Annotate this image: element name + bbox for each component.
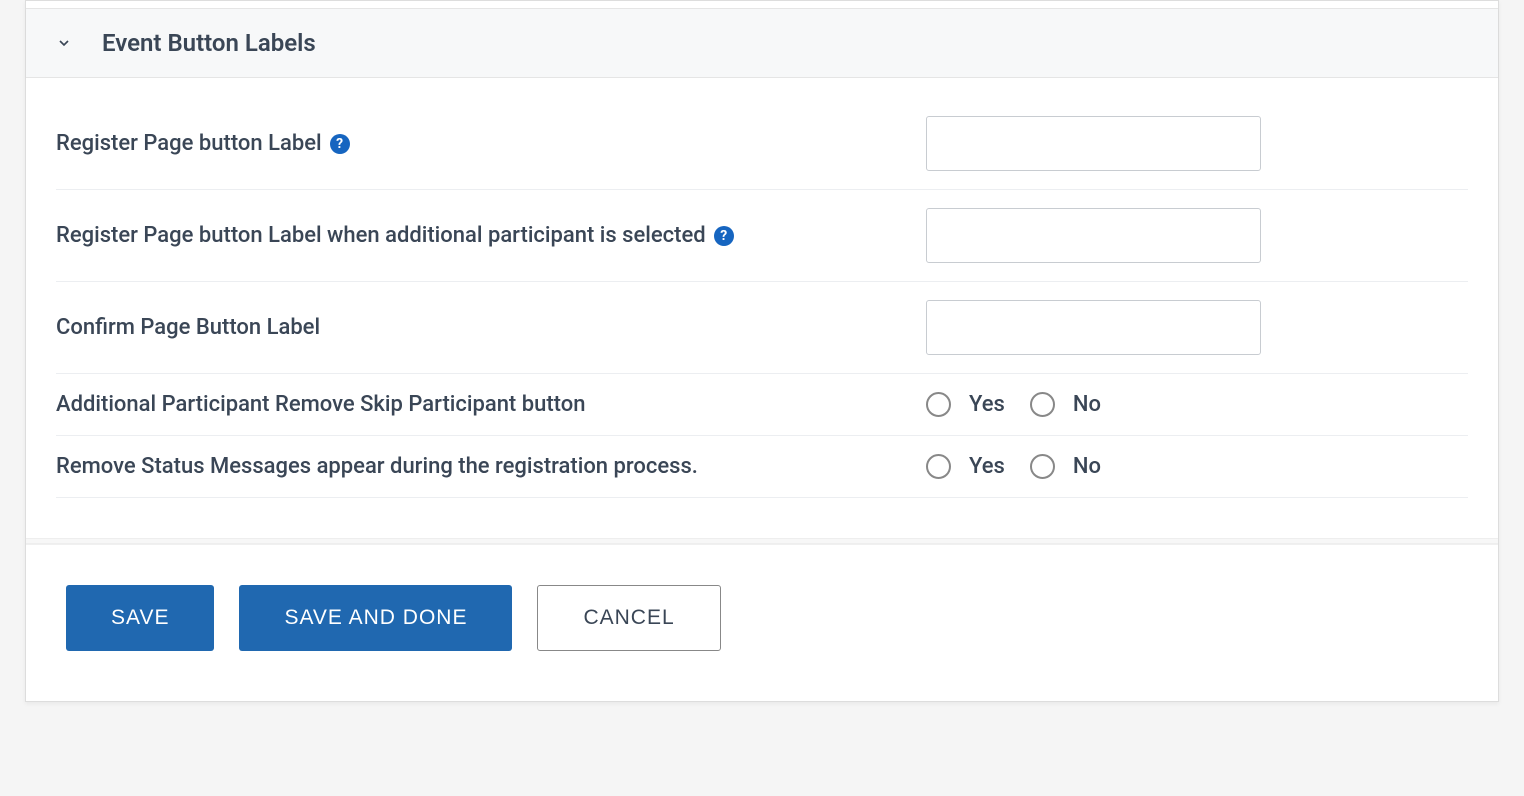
row-register-page-additional: Register Page button Label when addition…: [56, 190, 1468, 282]
form-body: Register Page button Label ? Register Pa…: [26, 78, 1498, 538]
cancel-button[interactable]: CANCEL: [537, 585, 720, 651]
label-text: Register Page button Label when addition…: [56, 223, 706, 248]
control-remove-status: Yes No: [926, 454, 1468, 479]
label-confirm-page: Confirm Page Button Label: [56, 315, 926, 340]
radio-option-yes: Yes: [926, 392, 1005, 417]
row-remove-status-messages: Remove Status Messages appear during the…: [56, 436, 1468, 498]
label-remove-skip: Additional Participant Remove Skip Parti…: [56, 392, 926, 417]
settings-panel: Event Button Labels Register Page button…: [25, 0, 1499, 702]
section-header[interactable]: Event Button Labels: [26, 9, 1498, 78]
label-text: Confirm Page Button Label: [56, 315, 320, 340]
radio-label-yes: Yes: [969, 392, 1005, 417]
section-title: Event Button Labels: [102, 29, 316, 57]
control-register-page: [926, 116, 1468, 171]
radio-option-yes: Yes: [926, 454, 1005, 479]
register-page-label-input[interactable]: [926, 116, 1261, 171]
label-register-page: Register Page button Label ?: [56, 131, 926, 156]
radio-group-remove-status: Yes No: [926, 454, 1101, 479]
save-and-done-button[interactable]: SAVE AND DONE: [239, 585, 512, 651]
radio-option-no: No: [1030, 392, 1101, 417]
row-remove-skip-participant: Additional Participant Remove Skip Parti…: [56, 374, 1468, 436]
radio-remove-status-yes[interactable]: [926, 454, 951, 479]
label-text: Remove Status Messages appear during the…: [56, 454, 698, 479]
radio-group-remove-skip: Yes No: [926, 392, 1101, 417]
control-register-page-additional: [926, 208, 1468, 263]
radio-remove-skip-yes[interactable]: [926, 392, 951, 417]
chevron-down-icon: [56, 35, 72, 51]
row-register-page-label: Register Page button Label ?: [56, 108, 1468, 190]
prior-section-edge: [26, 1, 1498, 9]
help-icon[interactable]: ?: [330, 134, 350, 154]
radio-remove-skip-no[interactable]: [1030, 392, 1055, 417]
radio-remove-status-no[interactable]: [1030, 454, 1055, 479]
register-page-additional-input[interactable]: [926, 208, 1261, 263]
control-remove-skip: Yes No: [926, 392, 1468, 417]
confirm-page-label-input[interactable]: [926, 300, 1261, 355]
row-confirm-page-label: Confirm Page Button Label: [56, 282, 1468, 374]
help-icon[interactable]: ?: [714, 226, 734, 246]
radio-label-no: No: [1073, 392, 1101, 417]
radio-label-yes: Yes: [969, 454, 1005, 479]
label-text: Register Page button Label: [56, 131, 322, 156]
label-register-page-additional: Register Page button Label when addition…: [56, 223, 926, 248]
action-bar: SAVE SAVE AND DONE CANCEL: [26, 544, 1498, 701]
control-confirm-page: [926, 300, 1468, 355]
label-remove-status: Remove Status Messages appear during the…: [56, 454, 926, 479]
label-text: Additional Participant Remove Skip Parti…: [56, 392, 585, 417]
radio-option-no: No: [1030, 454, 1101, 479]
save-button[interactable]: SAVE: [66, 585, 214, 651]
radio-label-no: No: [1073, 454, 1101, 479]
